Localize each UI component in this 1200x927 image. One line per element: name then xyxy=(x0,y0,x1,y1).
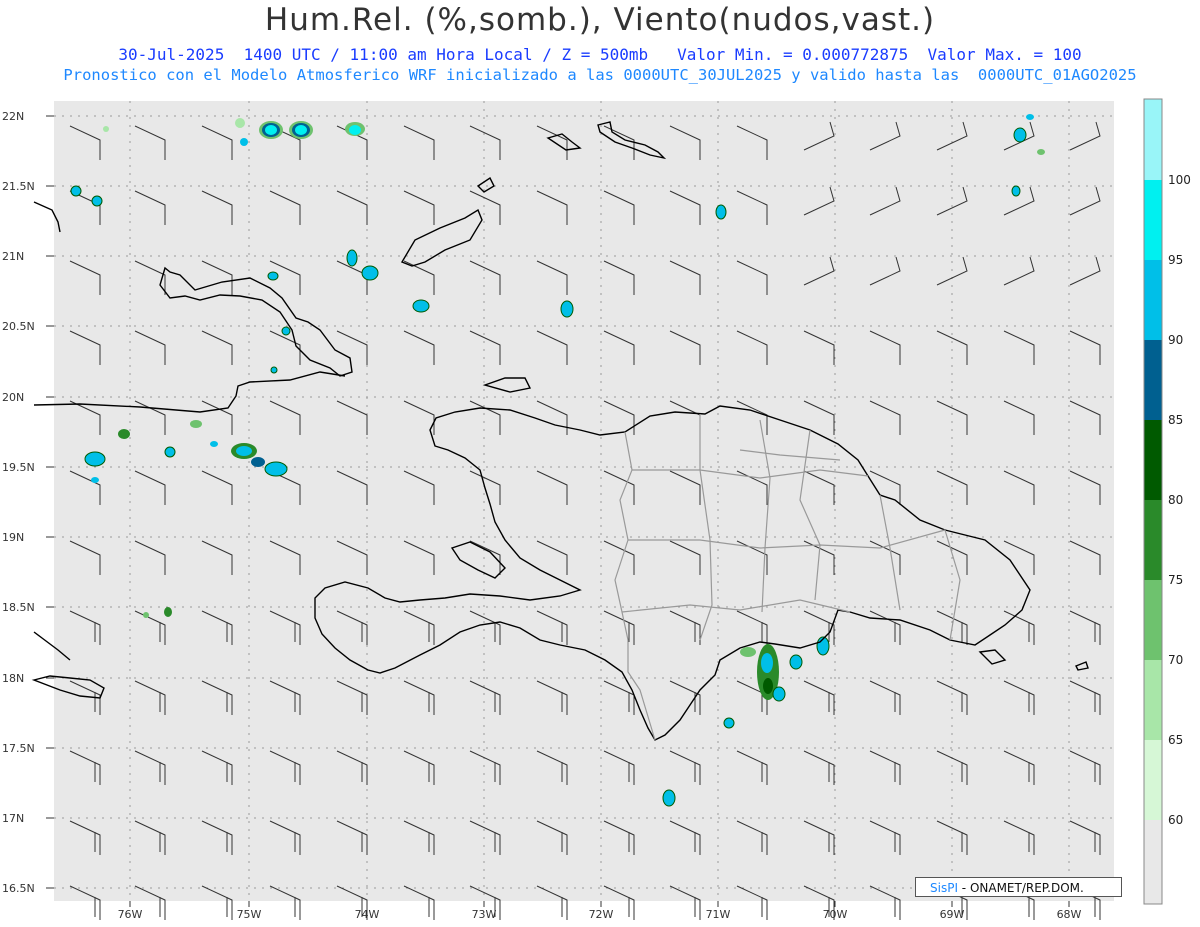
humidity-patch xyxy=(91,477,99,483)
lat-label: 17.5N xyxy=(2,742,35,755)
lat-label: 17N xyxy=(2,812,24,825)
humidity-patch xyxy=(264,461,288,477)
credit-brand: SisPI xyxy=(930,881,958,895)
colorbar-swatch xyxy=(1144,340,1162,420)
humidity-patch xyxy=(267,271,279,281)
colorbar-label: 95 xyxy=(1168,253,1183,267)
lat-label: 18.5N xyxy=(2,601,35,614)
lat-label: 20.5N xyxy=(2,320,35,333)
colorbar-swatch xyxy=(1144,740,1162,820)
longitude-axis: 76W 75W 74W 73W 72W 71W 70W 69W 68W xyxy=(118,908,1082,921)
humidity-patch xyxy=(560,300,574,318)
longitude-ticks xyxy=(129,901,1070,907)
humidity-patch xyxy=(103,126,109,132)
humidity-patch xyxy=(190,420,202,428)
colorbar-label: 70 xyxy=(1168,653,1183,667)
humidity-patch xyxy=(164,607,172,617)
humidity-patch xyxy=(281,326,291,336)
lon-label: 69W xyxy=(940,908,965,921)
humidity-patch xyxy=(91,195,103,207)
lon-label: 74W xyxy=(355,908,380,921)
colorbar-swatch xyxy=(1144,99,1162,180)
lon-label: 70W xyxy=(823,908,848,921)
humidity-patch xyxy=(210,441,218,447)
lon-label: 71W xyxy=(706,908,731,921)
humidity-patch xyxy=(740,647,756,657)
lon-label: 73W xyxy=(472,908,497,921)
lat-label: 19N xyxy=(2,531,24,544)
humidity-patch xyxy=(84,451,106,467)
colorbar-swatch xyxy=(1144,260,1162,340)
colorbar-label: 85 xyxy=(1168,413,1183,427)
humidity-patch xyxy=(259,121,283,139)
humidity-patch xyxy=(118,429,130,439)
colorbar-swatch xyxy=(1144,660,1162,740)
humidity-patch xyxy=(164,446,176,458)
map-background xyxy=(54,101,1114,901)
humidity-patch xyxy=(1011,185,1021,197)
humidity-patch xyxy=(772,686,786,702)
lat-label: 18N xyxy=(2,672,24,685)
humidity-patch xyxy=(361,265,379,281)
credit-text: - ONAMET/REP.DOM. xyxy=(957,881,1084,895)
lon-label: 75W xyxy=(237,908,262,921)
humidity-patch xyxy=(240,138,248,146)
colorbar-label: 80 xyxy=(1168,493,1183,507)
lat-label: 20N xyxy=(2,391,24,404)
lon-label: 68W xyxy=(1057,908,1082,921)
colorbar-label: 90 xyxy=(1168,333,1183,347)
humidity-patch xyxy=(143,612,149,618)
latitude-axis: 22N 21.5N 21N 20.5N 20N 19.5N 19N 18.5N … xyxy=(2,110,35,895)
lon-label: 76W xyxy=(118,908,143,921)
colorbar-swatch xyxy=(1144,420,1162,500)
lat-label: 16.5N xyxy=(2,882,35,895)
colorbar-label: 75 xyxy=(1168,573,1183,587)
colorbar-swatch xyxy=(1144,500,1162,580)
humidity-patch xyxy=(1013,127,1027,143)
humidity-patch xyxy=(715,204,727,220)
lat-label: 22N xyxy=(2,110,24,123)
lat-label: 21.5N xyxy=(2,180,35,193)
humidity-patch xyxy=(235,118,245,128)
lat-label: 19.5N xyxy=(2,461,35,474)
humidity-patch xyxy=(1037,149,1045,155)
humidity-patch xyxy=(70,185,82,197)
colorbar-swatch xyxy=(1144,820,1162,904)
humidity-patch xyxy=(1026,114,1034,120)
colorbar-label: 65 xyxy=(1168,733,1183,747)
colorbar: 100 95 90 85 80 75 70 65 60 xyxy=(1143,98,1191,905)
humidity-patch xyxy=(346,249,358,267)
colorbar-swatch xyxy=(1144,180,1162,260)
humidity-patch xyxy=(231,443,257,459)
humidity-patch xyxy=(723,717,735,729)
credit-box: SisPI - ONAMET/REP.DOM. xyxy=(915,877,1122,897)
humidity-patch xyxy=(662,789,676,807)
latitude-ticks xyxy=(46,115,54,889)
colorbar-label: 100 xyxy=(1168,173,1191,187)
humidity-patch xyxy=(412,299,430,313)
humidity-patch xyxy=(289,121,313,139)
humidity-patch xyxy=(251,457,265,467)
humidity-patch xyxy=(270,366,278,374)
lat-label: 21N xyxy=(2,250,24,263)
humidity-patch xyxy=(789,654,803,670)
map-canvas: 22N 21.5N 21N 20.5N 20N 19.5N 19N 18.5N … xyxy=(2,98,1191,921)
humidity-patch xyxy=(345,122,365,136)
colorbar-label: 60 xyxy=(1168,813,1183,827)
lon-label: 72W xyxy=(589,908,614,921)
colorbar-swatch xyxy=(1144,580,1162,660)
